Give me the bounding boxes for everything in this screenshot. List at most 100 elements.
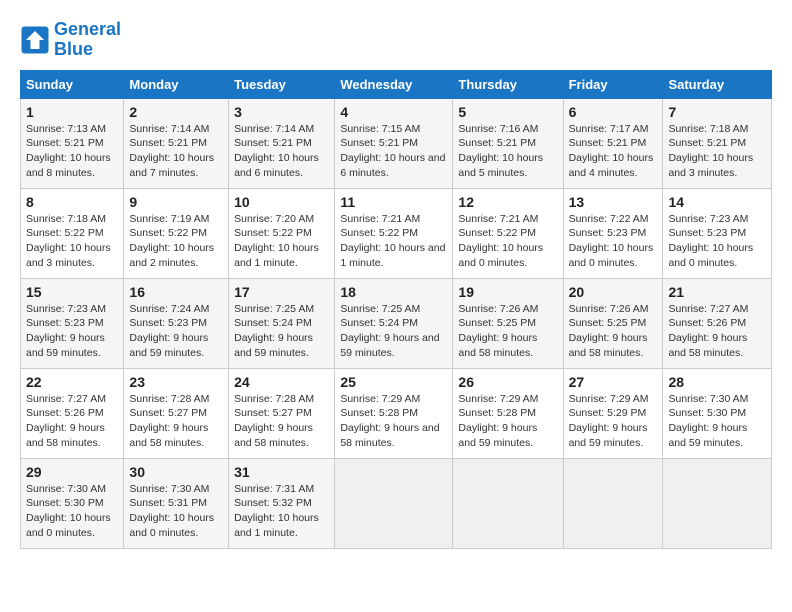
day-info: Sunrise: 7:27 AM Sunset: 5:26 PM Dayligh… <box>668 302 766 361</box>
day-number: 5 <box>458 104 557 120</box>
day-info: Sunrise: 7:28 AM Sunset: 5:27 PM Dayligh… <box>129 392 223 451</box>
day-info: Sunrise: 7:16 AM Sunset: 5:21 PM Dayligh… <box>458 122 557 181</box>
day-info: Sunrise: 7:25 AM Sunset: 5:24 PM Dayligh… <box>340 302 447 361</box>
day-number: 10 <box>234 194 329 210</box>
calendar-cell: 26 Sunrise: 7:29 AM Sunset: 5:28 PM Dayl… <box>453 368 563 458</box>
weekday-header-saturday: Saturday <box>663 70 772 98</box>
calendar-cell: 19 Sunrise: 7:26 AM Sunset: 5:25 PM Dayl… <box>453 278 563 368</box>
day-info: Sunrise: 7:20 AM Sunset: 5:22 PM Dayligh… <box>234 212 329 271</box>
calendar-cell: 29 Sunrise: 7:30 AM Sunset: 5:30 PM Dayl… <box>21 458 124 548</box>
day-info: Sunrise: 7:18 AM Sunset: 5:22 PM Dayligh… <box>26 212 118 271</box>
calendar-cell: 22 Sunrise: 7:27 AM Sunset: 5:26 PM Dayl… <box>21 368 124 458</box>
calendar-cell: 7 Sunrise: 7:18 AM Sunset: 5:21 PM Dayli… <box>663 98 772 188</box>
calendar-cell: 11 Sunrise: 7:21 AM Sunset: 5:22 PM Dayl… <box>335 188 453 278</box>
calendar-cell: 10 Sunrise: 7:20 AM Sunset: 5:22 PM Dayl… <box>229 188 335 278</box>
day-info: Sunrise: 7:29 AM Sunset: 5:28 PM Dayligh… <box>340 392 447 451</box>
day-number: 4 <box>340 104 447 120</box>
calendar-cell: 1 Sunrise: 7:13 AM Sunset: 5:21 PM Dayli… <box>21 98 124 188</box>
calendar-cell: 18 Sunrise: 7:25 AM Sunset: 5:24 PM Dayl… <box>335 278 453 368</box>
calendar-cell: 8 Sunrise: 7:18 AM Sunset: 5:22 PM Dayli… <box>21 188 124 278</box>
calendar-cell: 12 Sunrise: 7:21 AM Sunset: 5:22 PM Dayl… <box>453 188 563 278</box>
day-info: Sunrise: 7:15 AM Sunset: 5:21 PM Dayligh… <box>340 122 447 181</box>
day-info: Sunrise: 7:25 AM Sunset: 5:24 PM Dayligh… <box>234 302 329 361</box>
calendar-cell <box>563 458 663 548</box>
calendar-cell: 3 Sunrise: 7:14 AM Sunset: 5:21 PM Dayli… <box>229 98 335 188</box>
day-number: 6 <box>569 104 658 120</box>
logo: General Blue <box>20 20 121 60</box>
day-info: Sunrise: 7:18 AM Sunset: 5:21 PM Dayligh… <box>668 122 766 181</box>
day-info: Sunrise: 7:17 AM Sunset: 5:21 PM Dayligh… <box>569 122 658 181</box>
day-info: Sunrise: 7:30 AM Sunset: 5:31 PM Dayligh… <box>129 482 223 541</box>
day-info: Sunrise: 7:27 AM Sunset: 5:26 PM Dayligh… <box>26 392 118 451</box>
calendar-cell: 27 Sunrise: 7:29 AM Sunset: 5:29 PM Dayl… <box>563 368 663 458</box>
calendar-week-5: 29 Sunrise: 7:30 AM Sunset: 5:30 PM Dayl… <box>21 458 772 548</box>
day-info: Sunrise: 7:29 AM Sunset: 5:28 PM Dayligh… <box>458 392 557 451</box>
day-info: Sunrise: 7:14 AM Sunset: 5:21 PM Dayligh… <box>129 122 223 181</box>
day-number: 25 <box>340 374 447 390</box>
calendar-cell: 4 Sunrise: 7:15 AM Sunset: 5:21 PM Dayli… <box>335 98 453 188</box>
calendar-cell: 6 Sunrise: 7:17 AM Sunset: 5:21 PM Dayli… <box>563 98 663 188</box>
calendar-cell: 13 Sunrise: 7:22 AM Sunset: 5:23 PM Dayl… <box>563 188 663 278</box>
day-number: 9 <box>129 194 223 210</box>
day-number: 11 <box>340 194 447 210</box>
calendar-cell: 30 Sunrise: 7:30 AM Sunset: 5:31 PM Dayl… <box>124 458 229 548</box>
logo-text: General Blue <box>54 20 121 60</box>
day-number: 7 <box>668 104 766 120</box>
day-number: 13 <box>569 194 658 210</box>
day-number: 22 <box>26 374 118 390</box>
weekday-header-sunday: Sunday <box>21 70 124 98</box>
calendar-cell <box>335 458 453 548</box>
day-number: 24 <box>234 374 329 390</box>
weekday-header-tuesday: Tuesday <box>229 70 335 98</box>
day-info: Sunrise: 7:14 AM Sunset: 5:21 PM Dayligh… <box>234 122 329 181</box>
calendar-cell: 15 Sunrise: 7:23 AM Sunset: 5:23 PM Dayl… <box>21 278 124 368</box>
calendar-cell: 25 Sunrise: 7:29 AM Sunset: 5:28 PM Dayl… <box>335 368 453 458</box>
day-number: 3 <box>234 104 329 120</box>
day-number: 27 <box>569 374 658 390</box>
weekday-header-monday: Monday <box>124 70 229 98</box>
weekday-header-wednesday: Wednesday <box>335 70 453 98</box>
day-info: Sunrise: 7:23 AM Sunset: 5:23 PM Dayligh… <box>26 302 118 361</box>
day-number: 19 <box>458 284 557 300</box>
day-number: 16 <box>129 284 223 300</box>
calendar-cell: 21 Sunrise: 7:27 AM Sunset: 5:26 PM Dayl… <box>663 278 772 368</box>
day-number: 12 <box>458 194 557 210</box>
day-number: 21 <box>668 284 766 300</box>
day-info: Sunrise: 7:21 AM Sunset: 5:22 PM Dayligh… <box>340 212 447 271</box>
calendar-cell: 2 Sunrise: 7:14 AM Sunset: 5:21 PM Dayli… <box>124 98 229 188</box>
day-number: 26 <box>458 374 557 390</box>
calendar-week-3: 15 Sunrise: 7:23 AM Sunset: 5:23 PM Dayl… <box>21 278 772 368</box>
calendar-cell: 31 Sunrise: 7:31 AM Sunset: 5:32 PM Dayl… <box>229 458 335 548</box>
day-number: 31 <box>234 464 329 480</box>
calendar-cell: 14 Sunrise: 7:23 AM Sunset: 5:23 PM Dayl… <box>663 188 772 278</box>
calendar-cell <box>663 458 772 548</box>
day-info: Sunrise: 7:26 AM Sunset: 5:25 PM Dayligh… <box>458 302 557 361</box>
calendar-cell <box>453 458 563 548</box>
day-info: Sunrise: 7:21 AM Sunset: 5:22 PM Dayligh… <box>458 212 557 271</box>
day-number: 17 <box>234 284 329 300</box>
day-number: 1 <box>26 104 118 120</box>
calendar-cell: 9 Sunrise: 7:19 AM Sunset: 5:22 PM Dayli… <box>124 188 229 278</box>
day-info: Sunrise: 7:28 AM Sunset: 5:27 PM Dayligh… <box>234 392 329 451</box>
calendar-cell: 23 Sunrise: 7:28 AM Sunset: 5:27 PM Dayl… <box>124 368 229 458</box>
weekday-header-friday: Friday <box>563 70 663 98</box>
day-info: Sunrise: 7:30 AM Sunset: 5:30 PM Dayligh… <box>26 482 118 541</box>
day-number: 30 <box>129 464 223 480</box>
calendar-cell: 5 Sunrise: 7:16 AM Sunset: 5:21 PM Dayli… <box>453 98 563 188</box>
day-number: 2 <box>129 104 223 120</box>
day-info: Sunrise: 7:24 AM Sunset: 5:23 PM Dayligh… <box>129 302 223 361</box>
day-info: Sunrise: 7:22 AM Sunset: 5:23 PM Dayligh… <box>569 212 658 271</box>
calendar-table: SundayMondayTuesdayWednesdayThursdayFrid… <box>20 70 772 549</box>
day-number: 29 <box>26 464 118 480</box>
calendar-week-4: 22 Sunrise: 7:27 AM Sunset: 5:26 PM Dayl… <box>21 368 772 458</box>
day-number: 28 <box>668 374 766 390</box>
day-number: 14 <box>668 194 766 210</box>
calendar-cell: 24 Sunrise: 7:28 AM Sunset: 5:27 PM Dayl… <box>229 368 335 458</box>
calendar-week-2: 8 Sunrise: 7:18 AM Sunset: 5:22 PM Dayli… <box>21 188 772 278</box>
day-info: Sunrise: 7:30 AM Sunset: 5:30 PM Dayligh… <box>668 392 766 451</box>
day-info: Sunrise: 7:29 AM Sunset: 5:29 PM Dayligh… <box>569 392 658 451</box>
day-info: Sunrise: 7:31 AM Sunset: 5:32 PM Dayligh… <box>234 482 329 541</box>
day-number: 20 <box>569 284 658 300</box>
day-number: 8 <box>26 194 118 210</box>
logo-icon <box>20 25 50 55</box>
